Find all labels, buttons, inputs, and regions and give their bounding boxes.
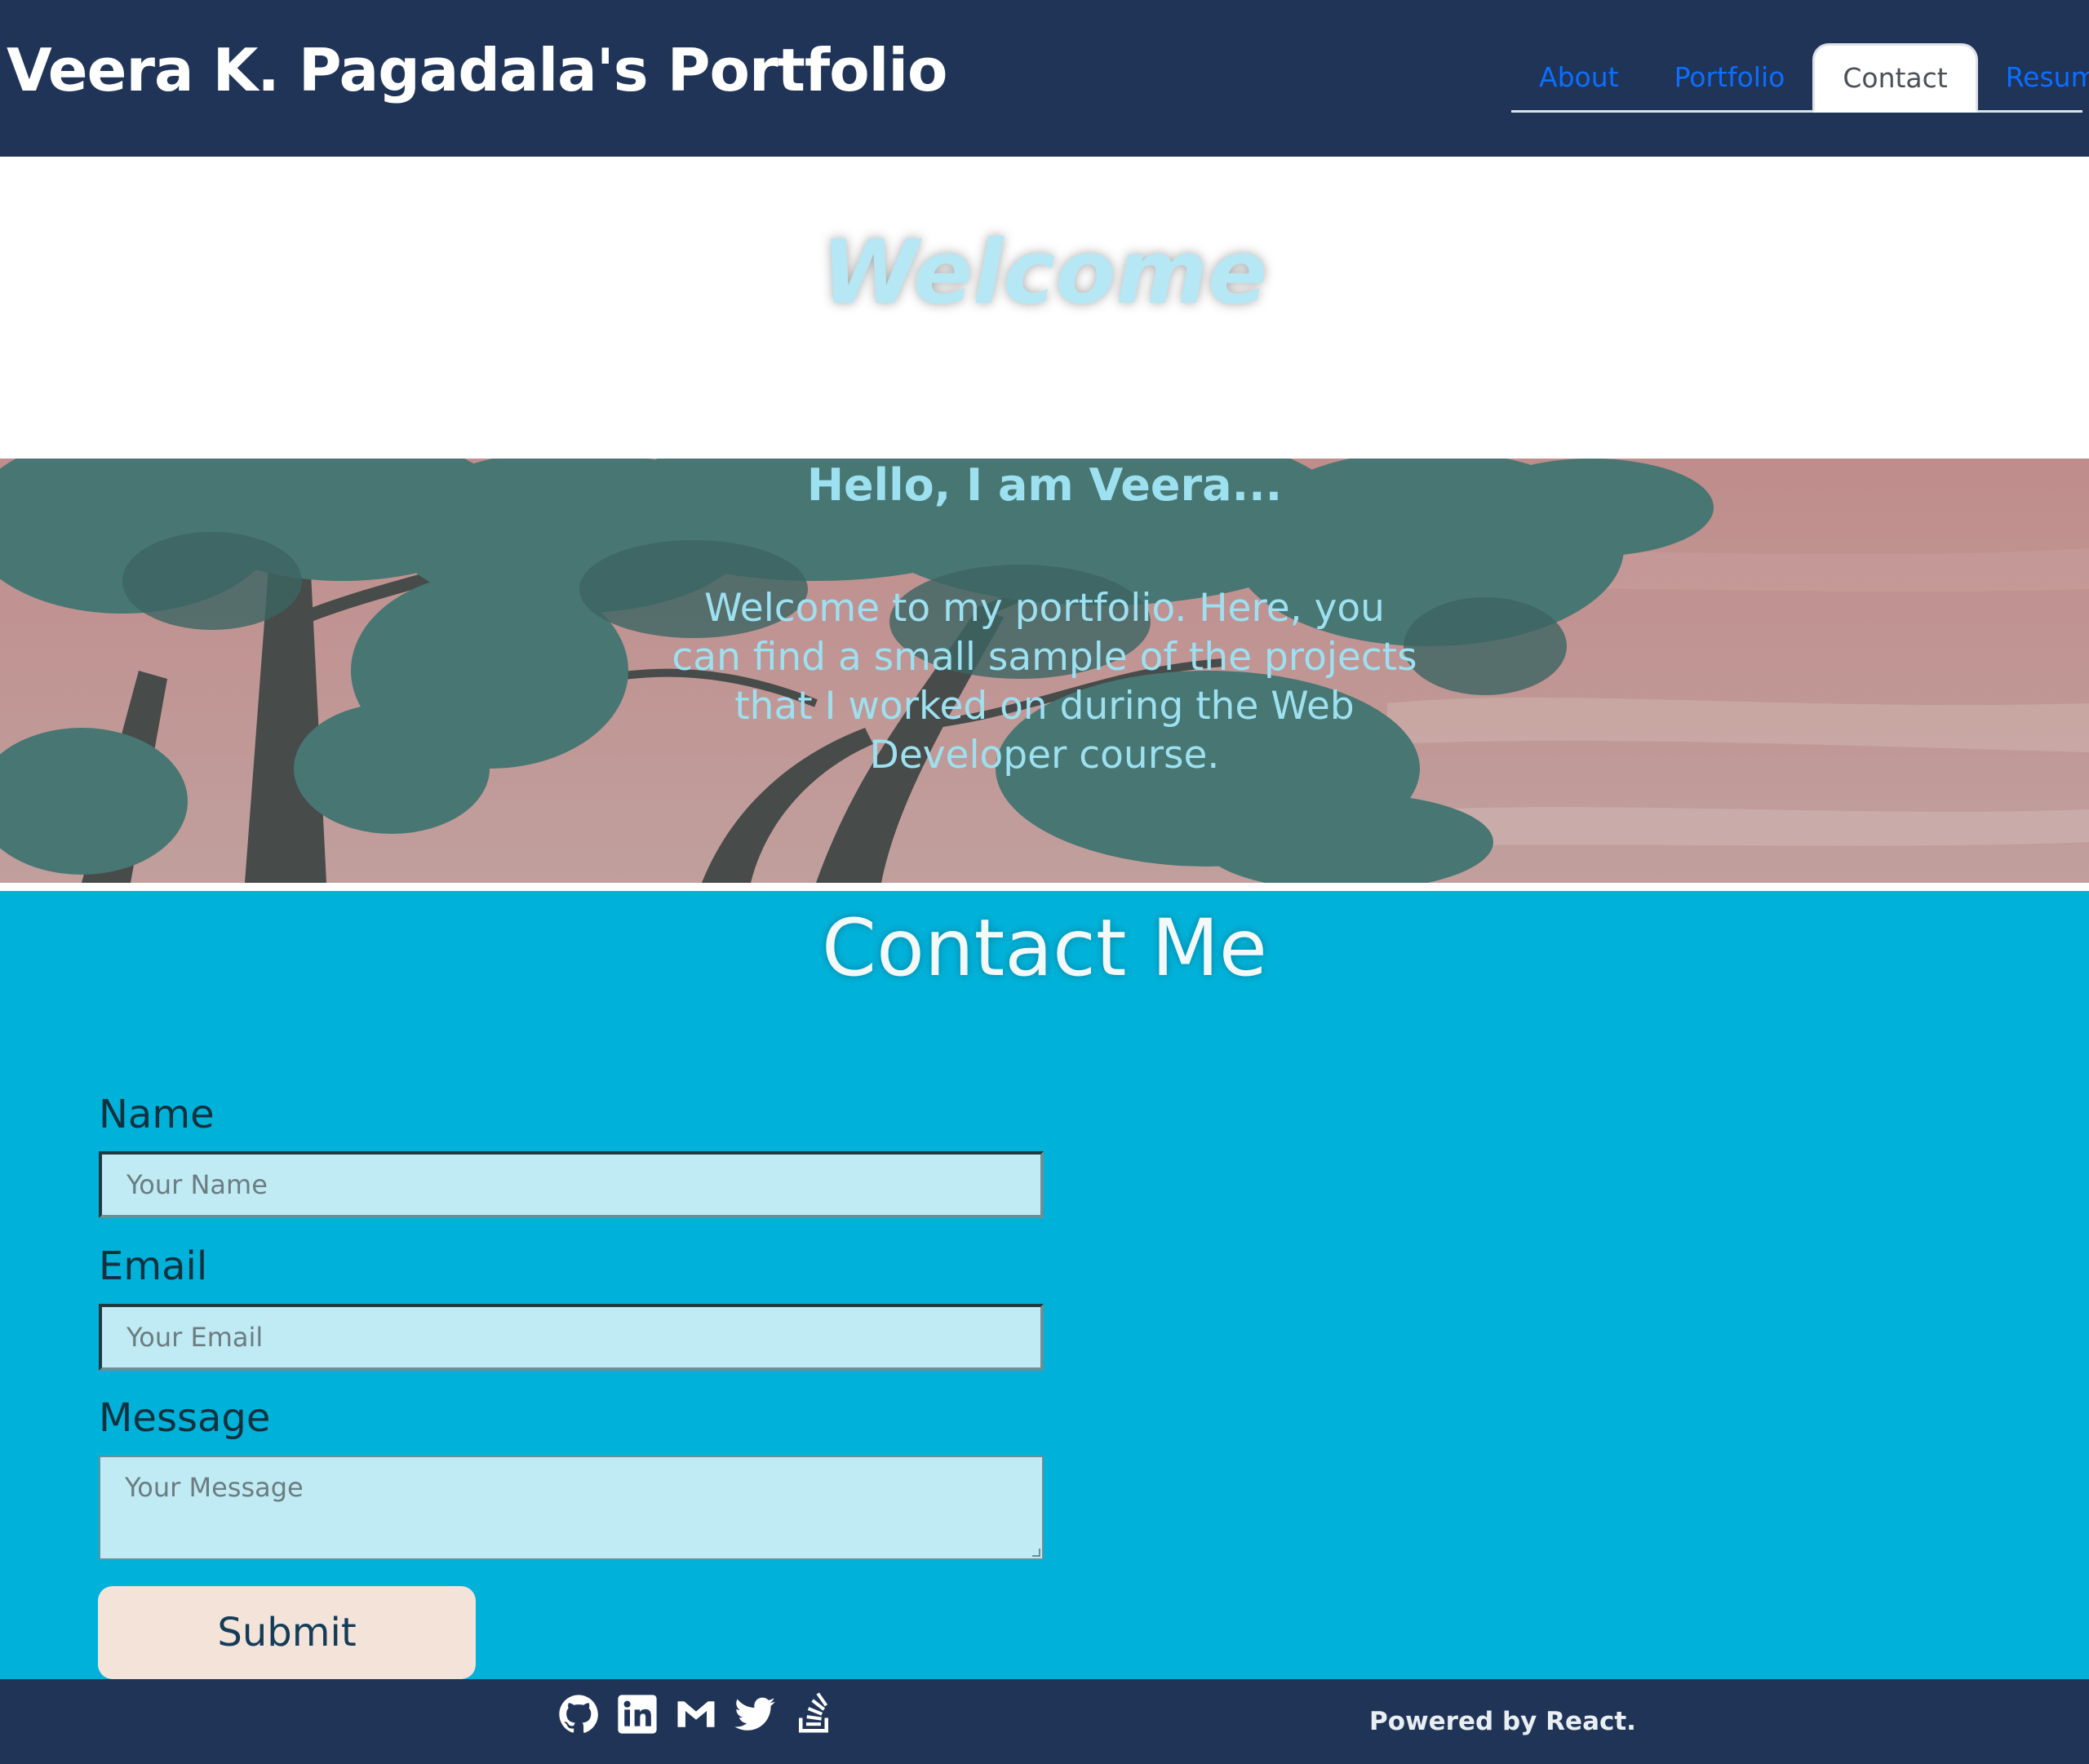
- message-label: Message: [99, 1395, 271, 1441]
- twitter-icon[interactable]: [733, 1692, 777, 1736]
- name-placeholder: Your Name: [126, 1169, 268, 1200]
- email-placeholder: Your Email: [126, 1322, 264, 1353]
- tab-contact[interactable]: Contact: [1812, 43, 1978, 113]
- github-icon[interactable]: [557, 1692, 601, 1736]
- nav-tabs: About Portfolio Contact Resume: [1511, 43, 2089, 113]
- email-label: Email: [99, 1243, 208, 1289]
- tab-resume[interactable]: Resume: [1978, 43, 2089, 110]
- email-input[interactable]: Your Email: [99, 1304, 1044, 1371]
- tab-portfolio[interactable]: Portfolio: [1647, 43, 1813, 110]
- site-header: Veera K. Pagadala's Portfolio About Port…: [0, 0, 2089, 157]
- submit-button[interactable]: Submit: [98, 1586, 476, 1679]
- welcome-heading: Welcome: [821, 222, 1268, 324]
- tab-about[interactable]: About: [1511, 43, 1647, 110]
- name-input[interactable]: Your Name: [99, 1151, 1044, 1218]
- site-footer: Powered by React.: [0, 1679, 2089, 1764]
- welcome-section: Welcome: [0, 157, 2089, 459]
- message-placeholder: Your Message: [125, 1472, 304, 1503]
- section-divider: [0, 883, 2089, 891]
- social-links: [557, 1692, 836, 1736]
- powered-by-text: Powered by React.: [1369, 1707, 1636, 1736]
- contact-title: Contact Me: [822, 902, 1267, 994]
- resize-handle[interactable]: [1032, 1549, 1040, 1557]
- message-textarea[interactable]: Your Message: [99, 1456, 1044, 1560]
- site-title: Veera K. Pagadala's Portfolio: [7, 36, 947, 104]
- hero-intro-text: Welcome to my portfolio. Here, you can f…: [672, 586, 1417, 778]
- hero-heading: Hello, I am Veera...: [806, 459, 1283, 511]
- linkedin-icon[interactable]: [615, 1692, 659, 1736]
- name-label: Name: [99, 1092, 215, 1137]
- hero-banner: Hello, I am Veera... Welcome to my portf…: [0, 459, 2089, 883]
- stackoverflow-icon[interactable]: [792, 1692, 836, 1736]
- contact-section: Contact Me Name Your Name Email Your Ema…: [0, 891, 2089, 1679]
- gmail-icon[interactable]: [674, 1692, 718, 1736]
